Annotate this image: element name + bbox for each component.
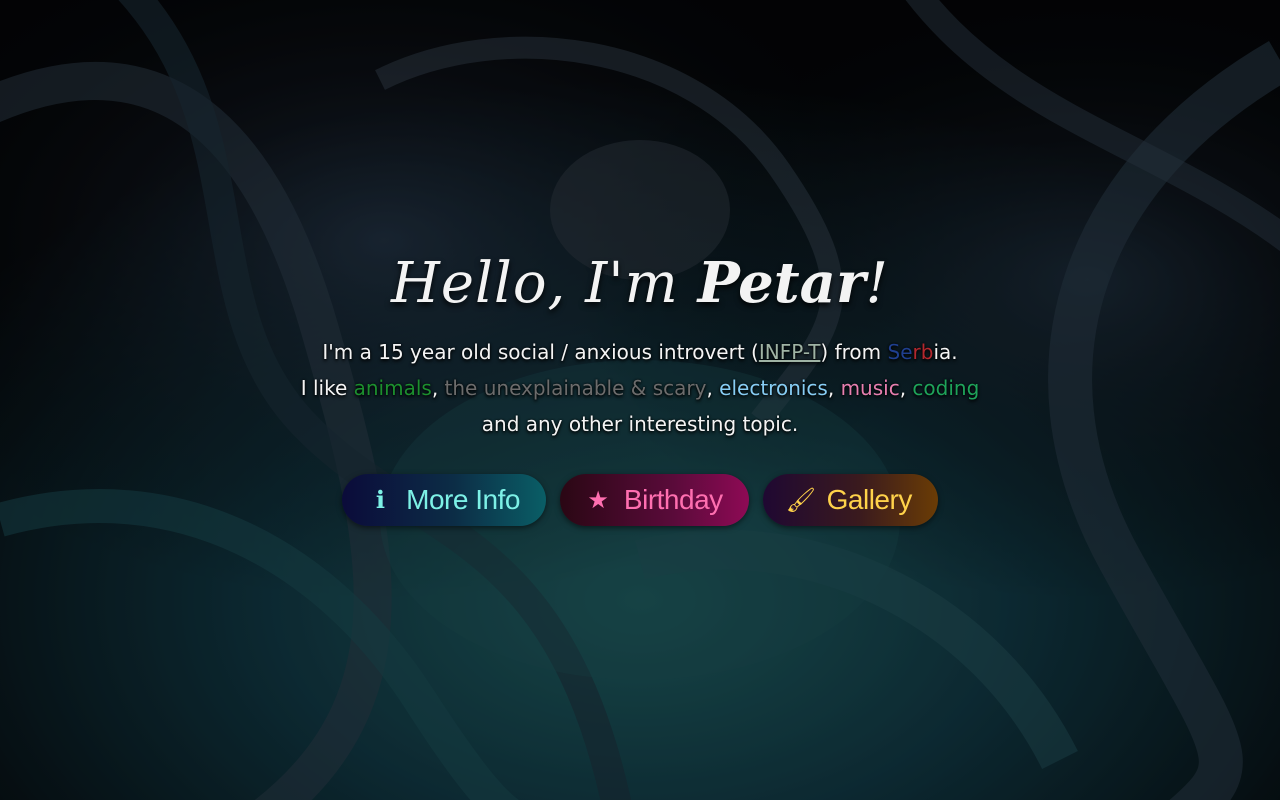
- bio-from-text: ) from: [820, 340, 888, 364]
- page: Hello, I'm Petar! I'm a 15 year old soci…: [0, 0, 1280, 800]
- country-letter-r: r: [912, 340, 921, 364]
- bio-line-3: and any other interesting topic.: [481, 412, 799, 436]
- topic-animals: animals: [353, 376, 432, 400]
- topic-separator: ,: [899, 376, 913, 400]
- bio-intro-text: I'm a 15 year old social / anxious intro…: [322, 340, 759, 364]
- country-letters-rest: ia: [933, 340, 952, 364]
- bio-period: .: [951, 340, 958, 364]
- topic-music: music: [840, 376, 900, 400]
- info-icon: ℹ: [375, 486, 385, 514]
- topic-unexplainable: the unexplainable & scary: [444, 376, 707, 400]
- page-title: Hello, I'm Petar!: [0, 250, 1280, 316]
- star-icon: ★: [587, 486, 609, 514]
- more-info-label: More Info: [406, 484, 520, 515]
- bio-line-2: I like animals, the unexplainable & scar…: [0, 376, 1280, 400]
- more-info-button[interactable]: ℹ More Info: [342, 474, 546, 526]
- likes-prefix: I like: [300, 376, 354, 400]
- name-text: Petar: [697, 250, 866, 316]
- mbti-link[interactable]: INFP-T: [759, 340, 821, 364]
- gallery-button[interactable]: 🖌 Gallery: [762, 474, 938, 526]
- paintbrush-icon: 🖌: [785, 486, 816, 514]
- hero-content: Hello, I'm Petar! I'm a 15 year old soci…: [0, 0, 1280, 800]
- country-letter-e: e: [900, 340, 913, 364]
- exclamation-text: !: [865, 251, 889, 316]
- bio-line-1: I'm a 15 year old social / anxious intro…: [0, 340, 1280, 364]
- topic-electronics: electronics: [719, 376, 828, 400]
- greeting-text: Hello, I'm: [391, 251, 698, 316]
- birthday-button[interactable]: ★ Birthday: [559, 474, 749, 526]
- country-letter-b: b: [920, 340, 934, 364]
- birthday-label: Birthday: [623, 484, 723, 515]
- country-letter-s: S: [887, 340, 901, 364]
- topic-coding: coding: [912, 376, 980, 400]
- topic-separator: ,: [827, 376, 841, 400]
- gallery-label: Gallery: [826, 484, 913, 515]
- topic-separator: ,: [431, 376, 445, 400]
- topic-separator: ,: [706, 376, 720, 400]
- action-buttons: ℹ More Info ★ Birthday 🖌 Gallery: [0, 474, 1280, 526]
